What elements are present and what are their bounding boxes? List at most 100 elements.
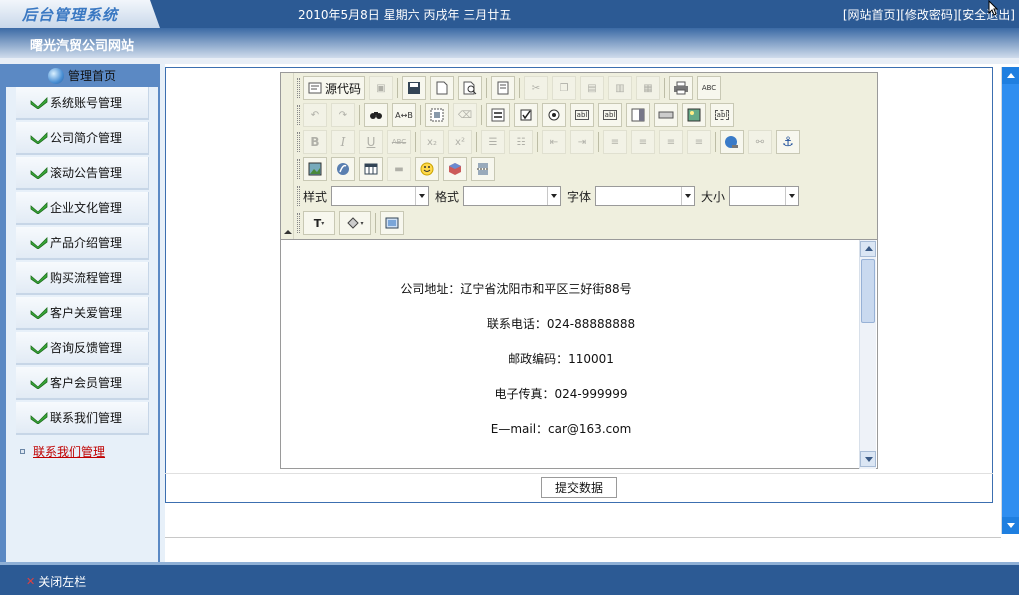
submit-data-button[interactable]: 提交数据 bbox=[541, 477, 617, 498]
underline-icon[interactable]: U bbox=[359, 130, 383, 154]
form-icon[interactable] bbox=[486, 103, 510, 127]
paste-text-icon[interactable]: ▥ bbox=[608, 76, 632, 100]
sidebar-item-label: 购买流程管理 bbox=[50, 271, 123, 285]
page-scroll-down-button[interactable] bbox=[1002, 517, 1019, 534]
sidebar-item-label: 系统账号管理 bbox=[50, 96, 123, 110]
style-select[interactable] bbox=[331, 186, 430, 206]
italic-icon[interactable]: I bbox=[331, 130, 355, 154]
flash-icon[interactable] bbox=[331, 157, 355, 181]
bg-color-icon[interactable]: ▾ bbox=[339, 211, 371, 235]
save-draft-icon[interactable]: ▣ bbox=[369, 76, 393, 100]
paste-icon[interactable]: ▤ bbox=[580, 76, 604, 100]
scroll-up-button[interactable] bbox=[860, 241, 876, 257]
sidebar-item-products[interactable]: 产品介绍管理 bbox=[16, 227, 149, 260]
sidebar-item-contact[interactable]: 联系我们管理 bbox=[16, 402, 149, 435]
cut-icon[interactable]: ✂ bbox=[524, 76, 548, 100]
text-color-icon[interactable]: T ▾ bbox=[303, 211, 335, 235]
align-left-icon[interactable]: ≡ bbox=[603, 130, 627, 154]
redo-icon[interactable]: ↷ bbox=[331, 103, 355, 127]
green-arrow-icon bbox=[30, 201, 48, 214]
style-label: 样式 bbox=[303, 189, 328, 204]
toolbar-separator bbox=[486, 78, 487, 98]
select-icon[interactable] bbox=[626, 103, 650, 127]
print-icon[interactable] bbox=[669, 76, 693, 100]
sidebar-item-feedback[interactable]: 咨询反馈管理 bbox=[16, 332, 149, 365]
sidebar-item-company-intro[interactable]: 公司简介管理 bbox=[16, 122, 149, 155]
bullet-list-icon[interactable]: ☷ bbox=[509, 130, 533, 154]
copy-icon[interactable]: ❐ bbox=[552, 76, 576, 100]
remove-format-icon[interactable]: ⌫ bbox=[453, 103, 477, 127]
hidden-field-icon[interactable]: abl bbox=[710, 103, 734, 127]
image-icon[interactable] bbox=[303, 157, 327, 181]
table-icon[interactable] bbox=[359, 157, 383, 181]
checkbox-icon[interactable] bbox=[514, 103, 538, 127]
source-code-button[interactable]: 源代码 bbox=[303, 76, 365, 100]
scroll-thumb[interactable] bbox=[861, 259, 875, 323]
page-scroll-thumb[interactable] bbox=[1002, 84, 1019, 517]
sidebar-subitem-contact[interactable]: 联系我们管理 bbox=[20, 443, 105, 460]
sidebar-item-scroll-notice[interactable]: 滚动公告管理 bbox=[16, 157, 149, 190]
strikethrough-icon[interactable]: ABC bbox=[387, 130, 411, 154]
maximize-icon[interactable] bbox=[380, 211, 404, 235]
preview-icon[interactable] bbox=[458, 76, 482, 100]
toolbar-separator bbox=[715, 132, 716, 152]
size-select[interactable] bbox=[729, 186, 800, 206]
page-break-icon[interactable] bbox=[471, 157, 495, 181]
bullet-icon bbox=[20, 449, 25, 454]
link-icon[interactable] bbox=[720, 130, 744, 154]
spellcheck-icon[interactable]: ABC bbox=[697, 76, 721, 100]
align-right-icon[interactable]: ≡ bbox=[659, 130, 683, 154]
anchor-icon[interactable]: ⚓ bbox=[776, 130, 800, 154]
undo-icon[interactable]: ↶ bbox=[303, 103, 327, 127]
replace-icon[interactable]: A↔B bbox=[392, 103, 416, 127]
sidebar-item-accounts[interactable]: 系统账号管理 bbox=[16, 87, 149, 120]
font-select[interactable] bbox=[595, 186, 696, 206]
justify-icon[interactable]: ≡ bbox=[687, 130, 711, 154]
button-icon[interactable] bbox=[654, 103, 678, 127]
change-password-link[interactable]: [修改密码] bbox=[900, 8, 957, 22]
save-icon[interactable] bbox=[402, 76, 426, 100]
subscript-icon[interactable]: x₂ bbox=[420, 130, 444, 154]
indent-icon[interactable]: ⇥ bbox=[570, 130, 594, 154]
horizontal-rule-icon[interactable]: ▬ bbox=[387, 157, 411, 181]
align-center-icon[interactable]: ≡ bbox=[631, 130, 655, 154]
sidebar-item-members[interactable]: 客户会员管理 bbox=[16, 367, 149, 400]
sidebar-home-link[interactable]: 管理首页 bbox=[48, 67, 116, 84]
page-scrollbar[interactable] bbox=[1001, 67, 1019, 534]
find-icon[interactable] bbox=[364, 103, 388, 127]
chevron-down-icon bbox=[681, 187, 694, 205]
template-icon[interactable] bbox=[491, 76, 515, 100]
new-page-icon[interactable] bbox=[430, 76, 454, 100]
smiley-icon[interactable] bbox=[415, 157, 439, 181]
textfield-icon[interactable]: abl bbox=[570, 103, 594, 127]
close-sidebar-button[interactable]: ✕ 关闭左栏 bbox=[26, 573, 86, 590]
unlink-icon[interactable]: ⚯ bbox=[748, 130, 772, 154]
format-select[interactable] bbox=[463, 186, 562, 206]
logo-text: 后台管理系统 bbox=[22, 6, 119, 24]
submit-row-divider bbox=[165, 473, 993, 474]
sidebar-item-culture[interactable]: 企业文化管理 bbox=[16, 192, 149, 225]
toolbar-row-6: T ▾ ▾ bbox=[297, 210, 408, 236]
bold-icon[interactable]: B bbox=[303, 130, 327, 154]
toolbar-grip bbox=[297, 186, 300, 206]
outdent-icon[interactable]: ⇤ bbox=[542, 130, 566, 154]
image-button-icon[interactable] bbox=[682, 103, 706, 127]
scroll-down-button[interactable] bbox=[860, 451, 876, 467]
numbered-list-icon[interactable]: ☰ bbox=[481, 130, 505, 154]
logout-link[interactable]: [安全退出] bbox=[958, 8, 1015, 22]
paste-word-icon[interactable]: ▦ bbox=[636, 76, 660, 100]
editor-content-area[interactable]: 公司地址：辽宁省沈阳市和平区三好街88号 联系电话：024-88888888 邮… bbox=[281, 239, 877, 469]
sidebar-item-customer-care[interactable]: 客户关爱管理 bbox=[16, 297, 149, 330]
chevron-down-icon bbox=[785, 187, 798, 205]
sidebar-item-purchase-flow[interactable]: 购买流程管理 bbox=[16, 262, 149, 295]
editor-scrollbar[interactable] bbox=[859, 240, 876, 469]
select-all-icon[interactable] bbox=[425, 103, 449, 127]
toolbar-collapse-handle[interactable] bbox=[281, 73, 294, 239]
superscript-icon[interactable]: x² bbox=[448, 130, 472, 154]
sidebar-item-label: 客户关爱管理 bbox=[50, 306, 123, 320]
special-char-icon[interactable] bbox=[443, 157, 467, 181]
textarea-icon[interactable]: abl bbox=[598, 103, 622, 127]
page-scroll-up-button[interactable] bbox=[1002, 67, 1019, 84]
site-home-link[interactable]: [网站首页] bbox=[843, 8, 900, 22]
radio-icon[interactable] bbox=[542, 103, 566, 127]
